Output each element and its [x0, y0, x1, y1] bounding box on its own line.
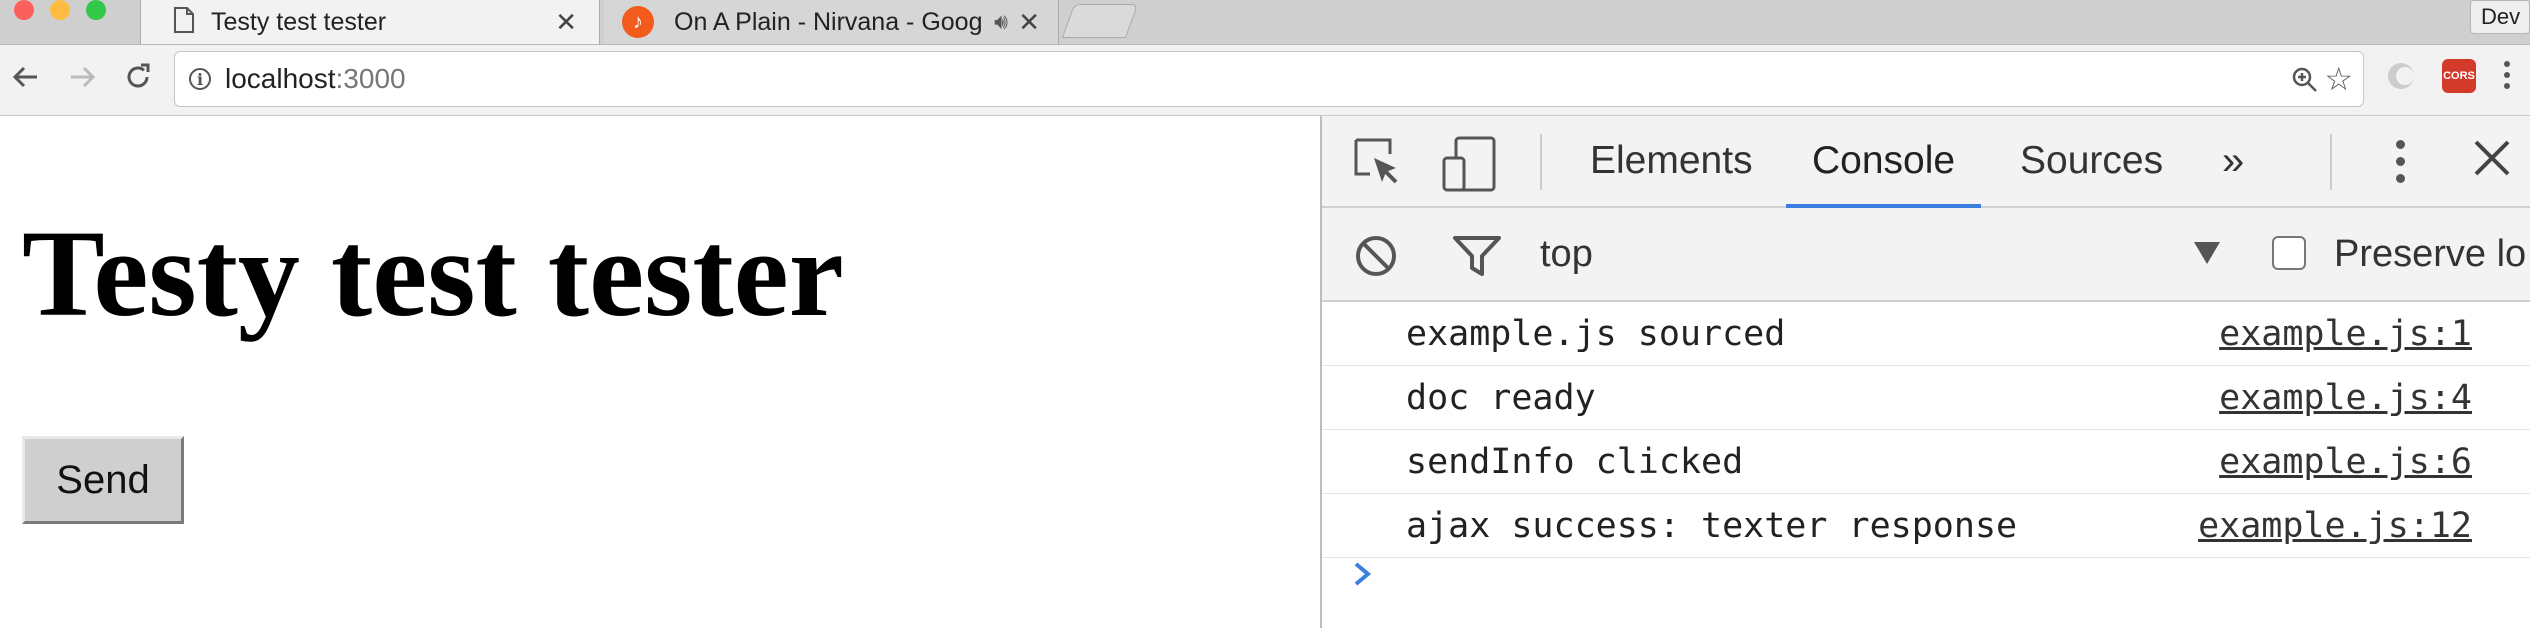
dropdown-arrow-icon[interactable]: [2192, 240, 2222, 271]
profile-button[interactable]: Dev: [2470, 0, 2530, 34]
tab-close-icon[interactable]: ✕: [1018, 7, 1040, 38]
back-arrow-icon: [12, 66, 37, 88]
url-text: localhost:3000: [225, 63, 406, 94]
browser-menu-icon[interactable]: [2504, 61, 2512, 94]
devtools-panel: Elements Console Sources » top Preserve …: [1320, 116, 2530, 628]
preserve-log-label: Preserve lo: [2334, 233, 2527, 275]
clear-console-icon[interactable]: [1354, 234, 1398, 283]
window-minimize-button[interactable]: [50, 0, 70, 20]
devtools-menu-icon[interactable]: [2396, 140, 2406, 191]
send-button[interactable]: Send: [22, 436, 184, 524]
window-close-button[interactable]: [14, 0, 34, 20]
zoom-icon[interactable]: [2291, 66, 2319, 99]
divider: [2330, 134, 2332, 190]
bookmark-star-icon[interactable]: ☆: [2324, 63, 2353, 95]
divider: [1540, 134, 1542, 190]
message-text: example.js sourced: [1406, 314, 1786, 354]
console-message: example.js sourced example.js:1: [1322, 302, 2530, 366]
source-link[interactable]: example.js:1: [2219, 302, 2472, 366]
tab-elements[interactable]: Elements: [1590, 116, 1753, 208]
page-viewport: Testy test tester Send: [0, 116, 1320, 628]
message-text: doc ready: [1406, 378, 1596, 418]
context-selector[interactable]: top: [1540, 208, 1593, 300]
browser-tab-active[interactable]: Testy test tester ✕: [140, 0, 600, 44]
message-text: sendInfo clicked: [1406, 442, 1744, 482]
forward-arrow-icon: [71, 66, 96, 88]
tab-title: On A Plain - Nirvana - Goog: [674, 7, 983, 36]
console-message: sendInfo clicked example.js:6: [1322, 430, 2530, 494]
back-button[interactable]: [4, 55, 48, 99]
cors-extension-icon[interactable]: CORS: [2442, 59, 2476, 93]
source-link[interactable]: example.js:12: [2198, 494, 2472, 558]
speaker-icon[interactable]: 🔊︎: [994, 9, 1008, 35]
tab-title: Testy test tester: [211, 7, 387, 36]
new-tab-button[interactable]: [1061, 4, 1139, 38]
page-title: Testy test tester: [22, 205, 844, 342]
tab-sources[interactable]: Sources: [2020, 116, 2163, 208]
tab-strip: Testy test tester ✕ ♪ On A Plain - Nirva…: [0, 0, 2530, 45]
devtools-close-icon[interactable]: [2470, 136, 2514, 185]
console-message: doc ready example.js:4: [1322, 366, 2530, 430]
browser-toolbar: i localhost:3000 ☆ CORS: [0, 45, 2530, 116]
devtools-tab-bar: Elements Console Sources »: [1322, 116, 2530, 208]
tab-close-icon[interactable]: ✕: [555, 7, 577, 38]
info-icon[interactable]: i: [189, 68, 211, 90]
extension-icon[interactable]: [2384, 59, 2418, 93]
music-icon: ♪: [622, 6, 654, 38]
document-icon: [173, 6, 195, 39]
console-message: ajax success: texter response example.js…: [1322, 494, 2530, 558]
console-toolbar: top Preserve lo: [1322, 208, 2530, 302]
forward-button[interactable]: [60, 55, 104, 99]
console-message-list: example.js sourced example.js:1 doc read…: [1322, 302, 2530, 558]
filter-icon[interactable]: [1452, 234, 1502, 283]
address-bar[interactable]: i localhost:3000 ☆: [174, 51, 2364, 107]
inspect-element-icon[interactable]: [1352, 136, 1404, 193]
source-link[interactable]: example.js:4: [2219, 366, 2472, 430]
tab-console[interactable]: Console: [1786, 116, 1982, 208]
reload-button[interactable]: [116, 55, 160, 99]
source-link[interactable]: example.js:6: [2219, 430, 2472, 494]
browser-tab-music[interactable]: ♪ On A Plain - Nirvana - Goog 🔊︎ ✕: [604, 0, 1059, 44]
reload-icon: [127, 63, 150, 88]
more-tabs-button[interactable]: »: [2222, 116, 2244, 208]
preserve-log-checkbox[interactable]: [2272, 236, 2306, 270]
console-prompt-icon[interactable]: [1352, 560, 1374, 593]
window-maximize-button[interactable]: [86, 0, 106, 20]
device-toolbar-icon[interactable]: [1442, 136, 1498, 197]
message-text: ajax success: texter response: [1406, 506, 2018, 546]
